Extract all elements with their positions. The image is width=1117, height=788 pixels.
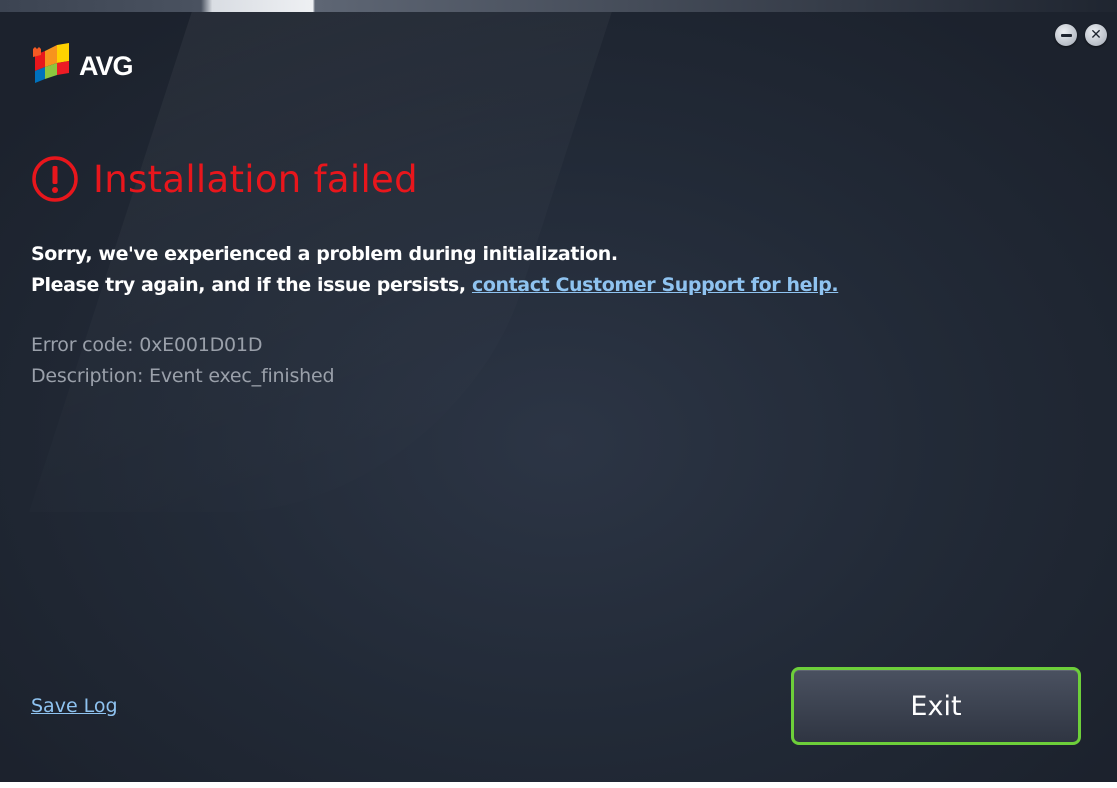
close-button[interactable]: ✕ <box>1085 24 1107 46</box>
brand-name: AVG <box>79 50 134 81</box>
page-title: Installation failed <box>93 157 418 201</box>
close-icon: ✕ <box>1090 27 1102 43</box>
window-controls: ✕ <box>1055 24 1107 46</box>
contact-support-link[interactable]: contact Customer Support for help. <box>472 274 839 296</box>
status-headline: Installation failed <box>31 155 418 203</box>
error-description: Description: Event exec_finished <box>31 365 335 387</box>
window-bottom-edge <box>0 782 1117 788</box>
avg-logo-icon <box>33 43 69 83</box>
minimize-button[interactable] <box>1055 24 1077 46</box>
message-line-2: Please try again, and if the issue persi… <box>31 270 839 301</box>
error-circle-icon <box>32 156 78 202</box>
error-message: Sorry, we've experienced a problem durin… <box>31 239 839 301</box>
message-line-1: Sorry, we've experienced a problem durin… <box>31 243 618 265</box>
installer-window: ✕ AVG Installation failed Sorry, we've e… <box>0 12 1117 782</box>
error-code: Error code: 0xE001D01D <box>31 334 263 356</box>
error-details: Error code: 0xE001D01D Description: Even… <box>31 330 335 392</box>
exit-button[interactable]: Exit <box>791 667 1081 745</box>
minimize-icon <box>1060 33 1072 37</box>
save-log-link[interactable]: Save Log <box>31 695 118 717</box>
message-line-2-text: Please try again, and if the issue persi… <box>31 274 472 296</box>
avg-logo: AVG <box>31 41 134 85</box>
desktop-background-strip <box>0 0 1117 12</box>
